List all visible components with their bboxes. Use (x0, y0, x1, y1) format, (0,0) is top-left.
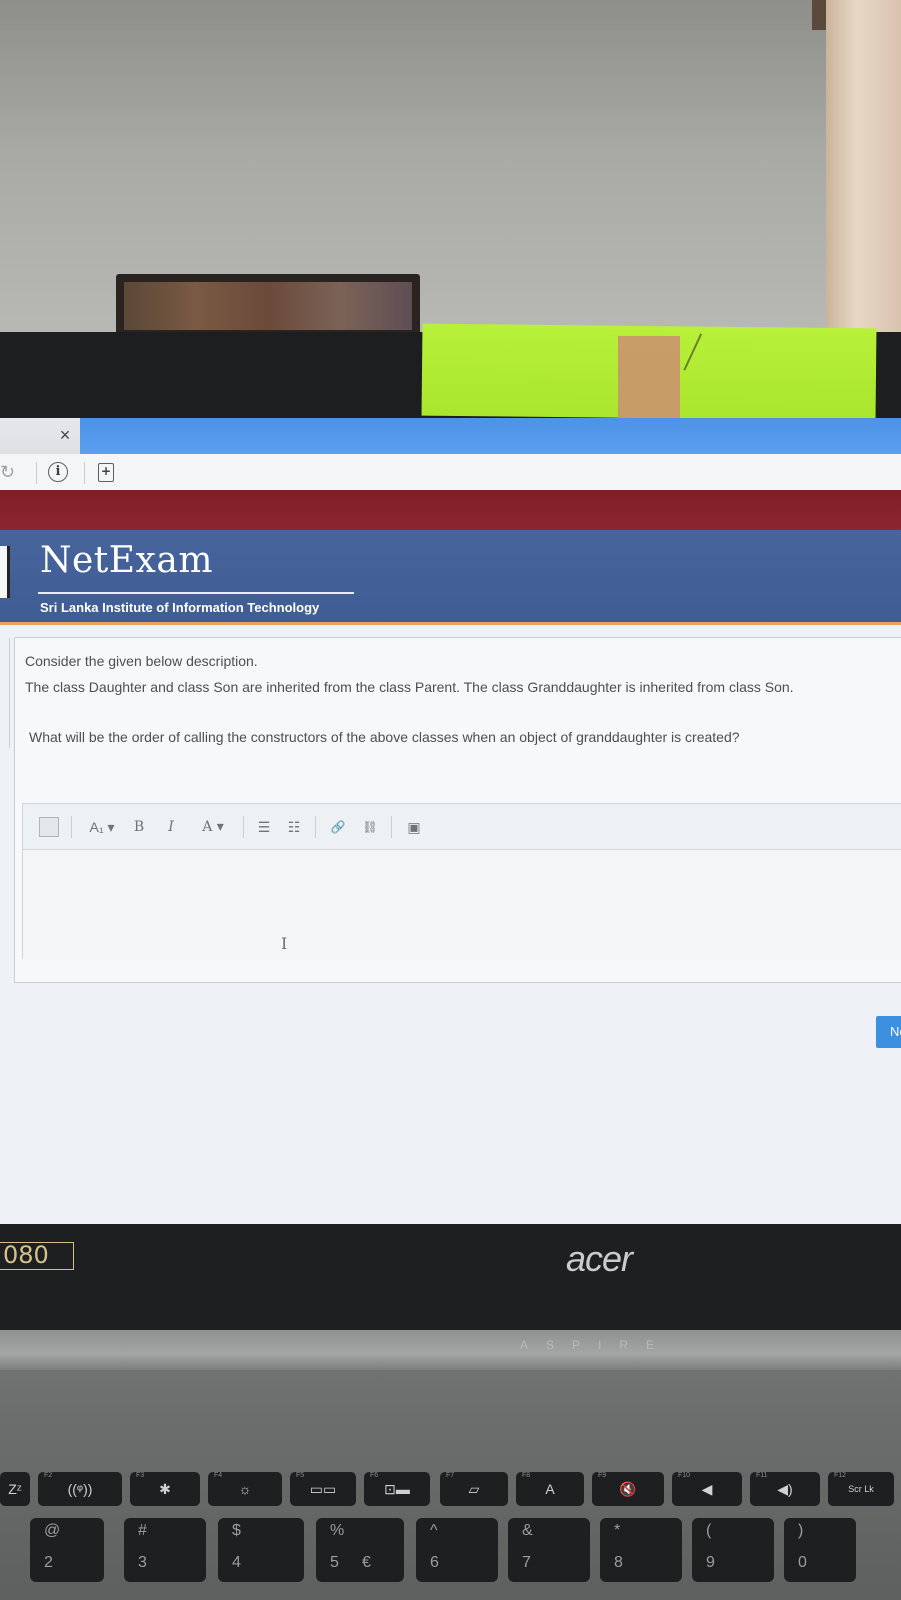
red-banner (0, 490, 901, 530)
bold-button[interactable]: B (129, 817, 149, 837)
divider (71, 816, 72, 838)
site-title: NetExam (40, 540, 213, 581)
site-info-icon[interactable]: i (48, 462, 68, 482)
tape-strip (618, 336, 680, 420)
number-key-row: @2 #3 $4 % 5 € ^ 6 & 7 * 8 (9 ) 0 (0, 1518, 901, 1600)
page-icon[interactable]: + (98, 463, 114, 482)
text-cursor-icon: I (281, 934, 288, 953)
numbered-list-button[interactable]: ☷ (283, 817, 305, 837)
browser-tab[interactable] (80, 418, 901, 454)
insert-image-button[interactable]: ▣ (403, 817, 425, 837)
unlink-button[interactable]: ⛓ (359, 817, 381, 837)
key-9[interactable]: (9 (692, 1518, 774, 1582)
divider (84, 462, 85, 484)
logo-mark (0, 546, 10, 598)
f7-key[interactable]: F7 ▱ (440, 1472, 508, 1506)
function-key-row: Zᶻ F2 ((ᵠ)) F3 ✱ F4 ☼ F5 ▭▭ F6 ⊡▬ F7 ▱ F8 A F9 🔇… (0, 1472, 901, 1510)
source-icon[interactable] (39, 817, 59, 837)
f8-key[interactable]: F8 A (516, 1472, 584, 1506)
f11-key[interactable]: F11 ◀) (750, 1472, 820, 1506)
reload-icon[interactable]: ↻ (0, 462, 20, 482)
laptop-hinge: ASPIRE (0, 1330, 901, 1370)
divider (391, 816, 392, 838)
browser-tab-bar: × (0, 418, 901, 454)
f4-key[interactable]: F4 ☼ (208, 1472, 282, 1506)
f2-key[interactable]: F2 ((ᵠ)) (38, 1472, 122, 1506)
f3-key[interactable]: F3 ✱ (130, 1472, 200, 1506)
key-7[interactable]: & 7 (508, 1518, 590, 1582)
divider (243, 816, 244, 838)
curtain (826, 0, 901, 345)
key-2[interactable]: @2 (30, 1518, 104, 1582)
next-button[interactable]: Ne (876, 1016, 901, 1048)
question-description: The class Daughter and class Son are inh… (25, 679, 794, 695)
institute-name: Sri Lanka Institute of Information Techn… (40, 600, 320, 615)
laptop-screen: × ↻ i + NetExam Sri Lanka Institute of I… (0, 418, 901, 1224)
exam-content: Consider the given below description. Th… (0, 625, 901, 1224)
key-0[interactable]: ) 0 (784, 1518, 856, 1582)
site-header: NetExam Sri Lanka Institute of Informati… (0, 530, 901, 622)
question-intro: Consider the given below description. (25, 653, 258, 669)
divider (36, 462, 37, 484)
editor-toolbar: A₁ ▾ B I A ▾ ☰ ☷ 🔗 ⛓ ▣ (23, 804, 901, 850)
key-5[interactable]: % 5 € (316, 1518, 404, 1582)
key-8[interactable]: * 8 (600, 1518, 682, 1582)
monitor-bottom-bezel: 080 acer (0, 1224, 901, 1330)
key-4[interactable]: $4 (218, 1518, 304, 1582)
key-6[interactable]: ^ 6 (416, 1518, 498, 1582)
title-underline (38, 592, 354, 594)
address-bar: ↻ i + (0, 454, 901, 490)
series-label: ASPIRE (520, 1338, 673, 1352)
f12-key[interactable]: F12 Scr Lk (828, 1472, 894, 1506)
close-tab-icon[interactable]: × (54, 424, 76, 446)
laptop-brand-logo: acer (566, 1238, 633, 1279)
bulleted-list-button[interactable]: ☰ (253, 817, 275, 837)
answer-textarea[interactable]: I (23, 850, 901, 960)
font-size-dropdown[interactable]: A₁ ▾ (81, 817, 123, 837)
link-button[interactable]: 🔗 (327, 817, 349, 837)
divider (315, 816, 316, 838)
f9-key[interactable]: F9 🔇 (592, 1472, 664, 1506)
model-badge: 080 (0, 1242, 74, 1270)
italic-button[interactable]: I (161, 817, 181, 837)
f6-key[interactable]: F6 ⊡▬ (364, 1472, 430, 1506)
key-3[interactable]: #3 (124, 1518, 206, 1582)
f5-key[interactable]: F5 ▭▭ (290, 1472, 356, 1506)
picture-frame (116, 274, 420, 338)
answer-editor: A₁ ▾ B I A ▾ ☰ ☷ 🔗 ⛓ ▣ I (22, 803, 901, 960)
text-color-dropdown[interactable]: A ▾ (193, 817, 233, 837)
question-prompt: What will be the order of calling the co… (29, 729, 740, 745)
f1-key[interactable]: Zᶻ (0, 1472, 30, 1506)
f10-key[interactable]: F10 ◀ (672, 1472, 742, 1506)
